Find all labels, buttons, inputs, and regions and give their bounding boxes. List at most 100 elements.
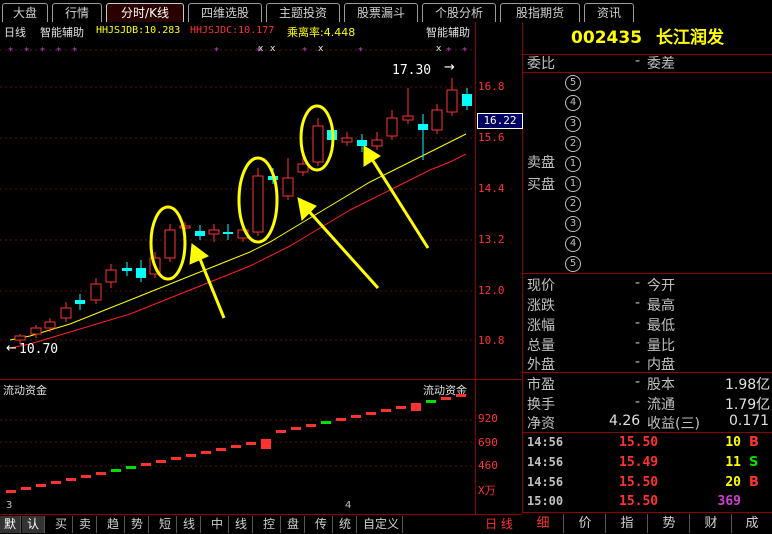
buy-level: 3 (565, 216, 581, 232)
tab-trend-1[interactable]: 趋 (102, 516, 125, 533)
tick-direction: B (749, 435, 759, 450)
tab-trend[interactable]: 势 (649, 514, 690, 533)
tick-price: 15.49 (619, 455, 659, 470)
volume-bar (36, 484, 46, 487)
price-tick: 15.6 (478, 131, 505, 144)
tick-direction: S (749, 455, 759, 470)
quote-label: 总量 (527, 338, 555, 354)
tab-index-futures[interactable]: 股指期货 (500, 3, 580, 22)
tab-buysell-2[interactable]: 卖 (74, 516, 97, 533)
volume-bar (156, 460, 166, 463)
volume-bar (201, 451, 211, 454)
quote-label: 最高 (647, 298, 675, 314)
tab-control-1[interactable]: 控 (258, 516, 281, 533)
price-tick: 16.8 (478, 80, 505, 93)
top-tab-bar: 大盘 行情 分时/K线 四维选股 主题投资 股票漏斗 个股分析 股指期货 资讯 (0, 0, 772, 23)
volume-bars (0, 394, 475, 493)
fund-value: 4.26 (609, 413, 641, 429)
tab-news[interactable]: 资讯 (584, 3, 634, 22)
volume-bar (261, 439, 271, 449)
tab-index[interactable]: 指 (607, 514, 648, 533)
volume-bar (381, 409, 391, 412)
low-price-annotation: 10.70 (19, 342, 59, 357)
period-switch[interactable]: 日 线 (478, 516, 520, 533)
tick-direction: B (749, 475, 759, 490)
tab-stock-funnel[interactable]: 股票漏斗 (344, 3, 418, 22)
price-tick: 10.8 (478, 334, 505, 347)
fund-label: 流通 (647, 397, 675, 413)
volume-bar (336, 418, 346, 421)
volume-bar (291, 427, 301, 430)
tab-custom[interactable]: 自定义 (360, 516, 403, 533)
indicator-tab-bar: 默 认 买 卖 趋 势 短 线 中 线 控 盘 传 统 自定义 日 线 (0, 514, 522, 534)
tick-volume: 10 (725, 435, 741, 450)
quote-label: 涨幅 (527, 318, 555, 334)
volume-bar (66, 478, 76, 481)
tick-time: 14:56 (527, 475, 564, 489)
highlight-circle-1 (149, 205, 187, 281)
sell-level: 2 (565, 136, 581, 152)
volume-bar (426, 400, 436, 403)
volume-tick: 460 (478, 459, 498, 472)
fund-label: 收益(三) (647, 416, 700, 432)
tab-trend-2[interactable]: 势 (126, 516, 149, 533)
stock-title: 002435 长江润发 (523, 22, 772, 55)
fund-label: 净资 (527, 416, 555, 432)
highlight-circle-3 (299, 104, 335, 172)
tab-default-2[interactable]: 认 (22, 516, 45, 533)
tab-short-1[interactable]: 短 (154, 516, 177, 533)
tab-default-1[interactable]: 默 (0, 516, 21, 533)
tab-stock-analysis[interactable]: 个股分析 (422, 3, 496, 22)
sell-side-label: 卖盘 (527, 155, 555, 171)
tab-quotes[interactable]: 行情 (52, 3, 102, 22)
volume-bar (126, 466, 136, 469)
tab-market-overview[interactable]: 大盘 (2, 3, 48, 22)
tab-kline[interactable]: 分时/K线 (106, 3, 184, 22)
volume-bar (306, 424, 316, 427)
volume-bar (111, 469, 121, 472)
buy-side-label: 买盘 (527, 177, 555, 193)
tab-deals[interactable]: 成 (733, 514, 771, 533)
fund-label: 股本 (647, 377, 675, 393)
tick-volume: 369 (717, 494, 741, 509)
ma1-label: HHJSJDB:10.283 (96, 25, 181, 36)
sell-level: 4 (565, 95, 581, 111)
volume-bar (456, 394, 466, 397)
buy-level: 5 (565, 256, 581, 272)
tab-mid-2[interactable]: 线 (230, 516, 253, 533)
tab-price[interactable]: 价 (565, 514, 606, 533)
quote-label: 外盘 (527, 357, 555, 373)
tab-buysell-1[interactable]: 买 (50, 516, 73, 533)
sell-level: 1 (565, 156, 581, 172)
volume-bar (81, 475, 91, 478)
highlight-circle-2 (237, 156, 279, 244)
quote-label: 最低 (647, 318, 675, 334)
sell-level: 3 (565, 116, 581, 132)
stock-name: 长江润发 (655, 28, 724, 48)
volume-bar (351, 415, 361, 418)
tab-finance[interactable]: 财 (691, 514, 732, 533)
volume-bar (216, 448, 226, 451)
quote-label: 内盘 (647, 357, 675, 373)
tick-time: 15:00 (527, 494, 564, 508)
tick-price: 15.50 (619, 435, 659, 450)
sell-level: 5 (565, 75, 581, 91)
volume-unit: X万 (478, 484, 496, 497)
tab-classic-2[interactable]: 统 (334, 516, 357, 533)
high-arrow-icon: → (444, 60, 455, 75)
order-diff-label: 委差 (647, 56, 675, 72)
tab-4d-stock-picker[interactable]: 四维选股 (188, 3, 262, 22)
tab-classic-1[interactable]: 传 (310, 516, 333, 533)
price-tick: 13.2 (478, 233, 505, 246)
fund-value: 1.79亿 (725, 397, 771, 413)
ma2-label: HHJSJDC:10.177 (190, 25, 275, 36)
tab-theme-invest[interactable]: 主题投资 (266, 3, 340, 22)
quote-label: 今开 (647, 278, 675, 294)
quote-label: 现价 (527, 278, 555, 294)
tab-mid-1[interactable]: 中 (206, 516, 229, 533)
tab-control-2[interactable]: 盘 (282, 516, 305, 533)
tab-short-2[interactable]: 线 (178, 516, 201, 533)
tick-volume: 20 (725, 475, 741, 490)
tab-ticks[interactable]: 细 (523, 514, 564, 533)
tick-volume: 11 (725, 455, 741, 470)
